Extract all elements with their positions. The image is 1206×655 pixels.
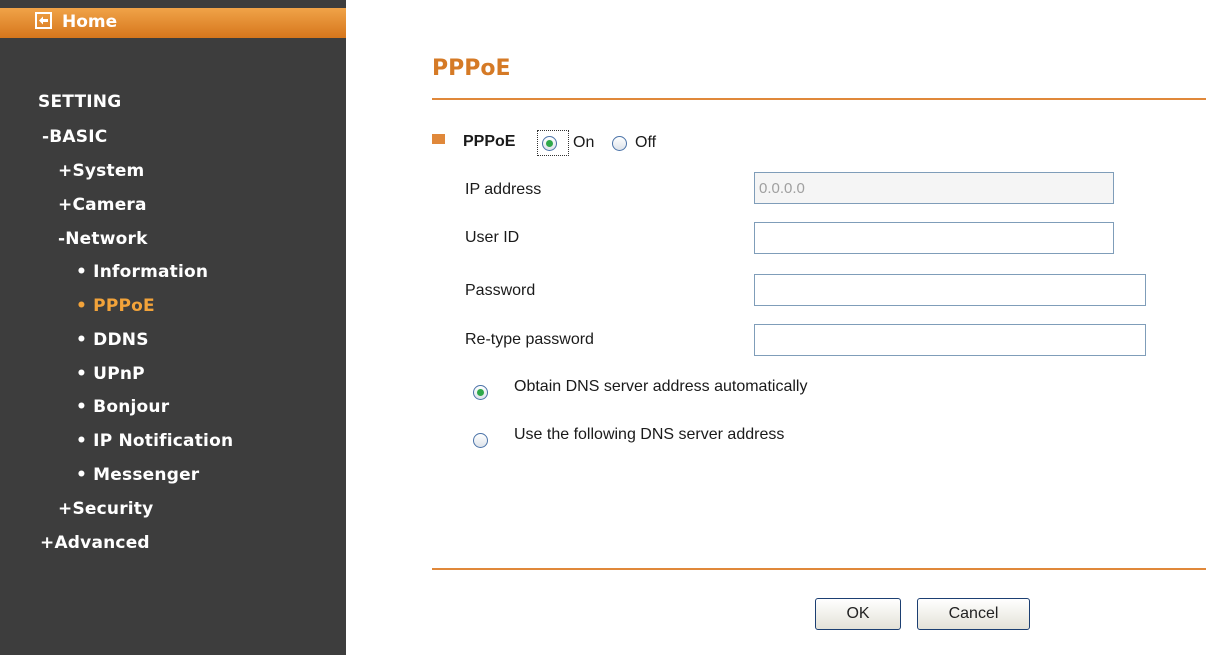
pppoe-on-label[interactable]: On	[573, 134, 594, 152]
sidebar-item-security[interactable]: +Security	[58, 499, 153, 519]
password-input[interactable]	[754, 274, 1146, 306]
retype-password-input[interactable]	[754, 324, 1146, 356]
back-arrow-icon	[35, 12, 52, 29]
sidebar-item-information[interactable]: • Information	[76, 262, 208, 282]
sidebar-item-bonjour[interactable]: • Bonjour	[76, 397, 169, 417]
radio-selected-dot-icon	[477, 389, 484, 396]
cancel-button[interactable]: Cancel	[917, 598, 1030, 630]
pppoe-off-radio[interactable]	[612, 136, 627, 151]
home-label: Home	[62, 12, 118, 32]
pppoe-label: PPPoE	[463, 133, 516, 150]
retype-password-label: Re-type password	[465, 331, 594, 348]
user-id-input[interactable]	[754, 222, 1114, 254]
pppoe-off-label[interactable]: Off	[635, 134, 656, 152]
sidebar-item-messenger[interactable]: • Messenger	[76, 465, 199, 485]
home-link[interactable]: Home	[0, 8, 346, 38]
ip-address-input[interactable]	[754, 172, 1114, 204]
ip-address-label: IP address	[465, 181, 542, 198]
sidebar-item-ddns[interactable]: • DDNS	[76, 330, 149, 350]
sidebar-item-ip-notification[interactable]: • IP Notification	[76, 431, 233, 451]
section-marker-icon	[432, 134, 445, 144]
dns-auto-label[interactable]: Obtain DNS server address automatically	[514, 378, 807, 396]
sidebar-item-upnp[interactable]: • UPnP	[76, 364, 145, 384]
radio-selected-dot-icon	[546, 140, 553, 147]
page-title: PPPoE	[432, 56, 511, 81]
dns-manual-radio[interactable]	[473, 433, 488, 448]
password-label: Password	[465, 282, 536, 299]
sidebar-item-basic[interactable]: -BASIC	[42, 127, 107, 147]
top-divider	[432, 98, 1206, 100]
sidebar-item-camera[interactable]: +Camera	[58, 195, 147, 215]
pppoe-on-radio[interactable]	[542, 136, 557, 151]
dns-manual-label[interactable]: Use the following DNS server address	[514, 426, 784, 444]
sidebar: Home SETTING -BASIC +System +Camera -Net…	[0, 0, 346, 655]
sidebar-item-advanced[interactable]: +Advanced	[40, 533, 150, 553]
sidebar-item-system[interactable]: +System	[58, 161, 144, 181]
sidebar-heading-setting: SETTING	[38, 92, 122, 112]
user-id-label: User ID	[465, 229, 520, 246]
sidebar-item-network[interactable]: -Network	[58, 229, 148, 249]
bottom-divider	[432, 568, 1206, 570]
sidebar-item-pppoe[interactable]: • PPPoE	[76, 296, 155, 316]
ok-button[interactable]: OK	[815, 598, 901, 630]
dns-auto-radio[interactable]	[473, 385, 488, 400]
